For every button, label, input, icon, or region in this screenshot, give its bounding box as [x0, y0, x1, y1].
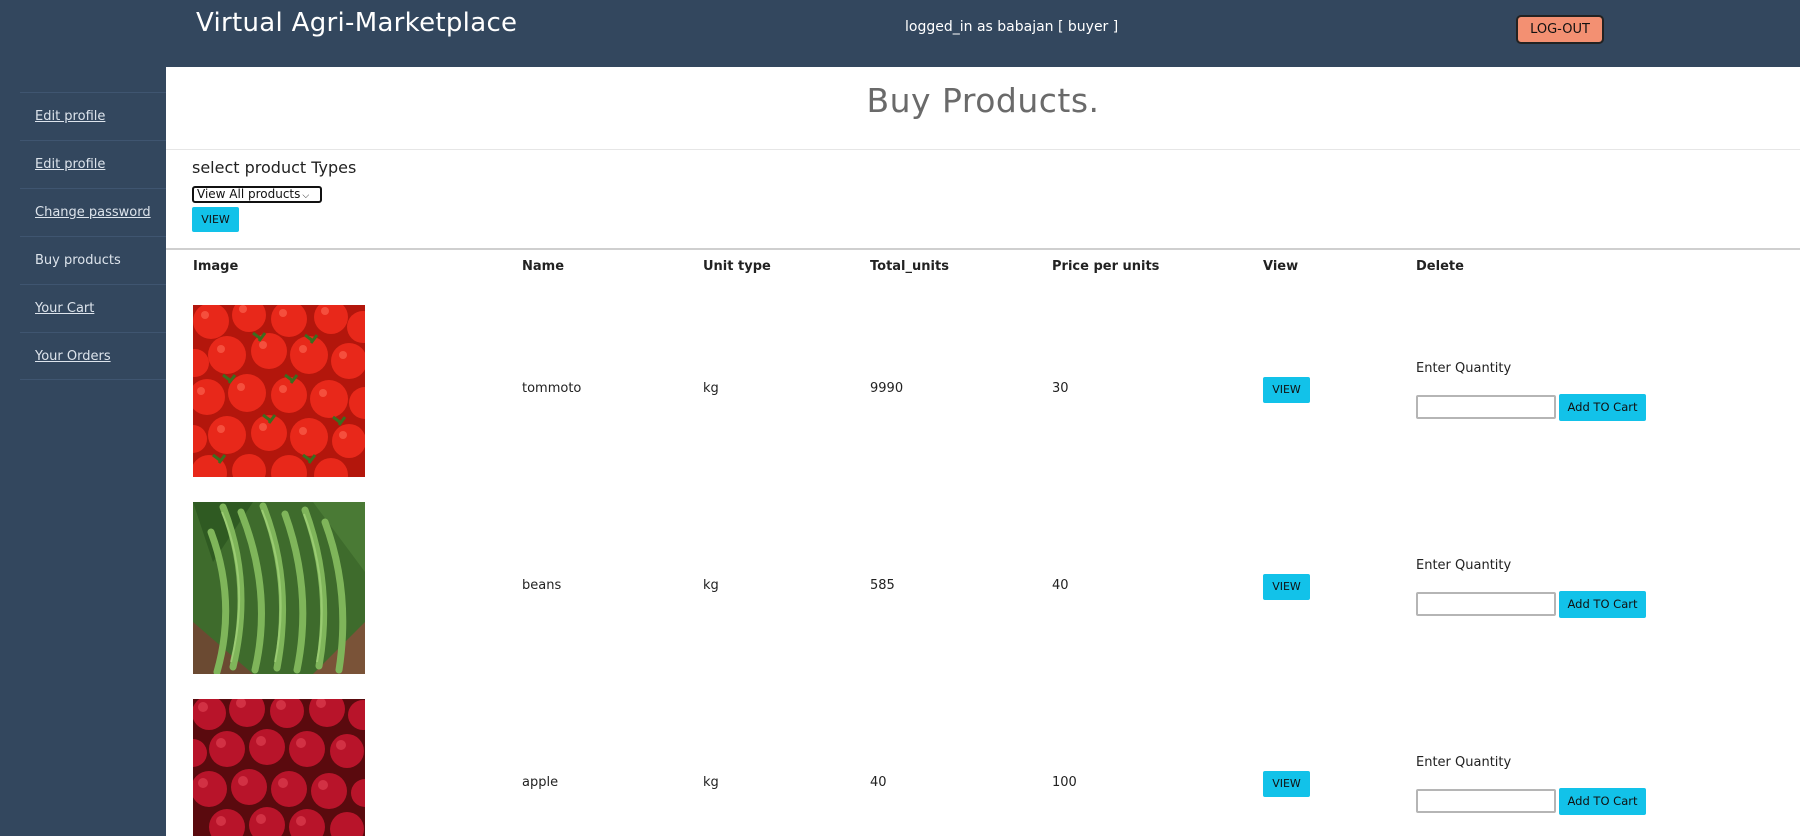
quantity-input[interactable] — [1416, 789, 1556, 813]
edit-profile-link[interactable]: Edit profile — [35, 109, 105, 124]
filter-view-button[interactable]: VIEW — [192, 207, 239, 232]
quantity-label: Enter Quantity — [1416, 558, 1512, 573]
quantity-label: Enter Quantity — [1416, 361, 1512, 376]
sidebar-item-change-password: Change password — [20, 188, 166, 236]
product-type-selected: View All products — [197, 187, 301, 201]
sidebar: Edit profile Edit profile Change passwor… — [0, 67, 166, 836]
product-image-beans — [193, 502, 365, 674]
buy-products-link[interactable]: Buy products — [35, 253, 121, 268]
sidebar-item-edit-profile: Edit profile — [20, 92, 166, 140]
view-product-button[interactable]: VIEW — [1263, 574, 1310, 600]
view-product-button[interactable]: VIEW — [1263, 771, 1310, 797]
add-to-cart-button[interactable]: Add TO Cart — [1559, 591, 1646, 618]
tomato-photo-icon — [193, 305, 365, 477]
product-image-tomato — [193, 305, 365, 477]
product-type-select[interactable]: View All products ⌵ — [192, 186, 322, 203]
table-divider — [166, 248, 1800, 250]
view-product-button[interactable]: VIEW — [1263, 377, 1310, 403]
your-orders-link[interactable]: Your Orders — [35, 349, 111, 364]
product-name: apple — [522, 775, 559, 790]
apple-photo-icon — [193, 699, 365, 836]
product-name: beans — [522, 578, 562, 593]
logout-button[interactable]: LOG-OUT — [1516, 15, 1604, 44]
sidebar-item-your-orders: Your Orders — [20, 332, 166, 380]
sidebar-item-buy-products: Buy products — [20, 236, 166, 284]
product-unit-type: kg — [703, 381, 719, 396]
product-type-label: select product Types — [192, 158, 357, 177]
sidebar-menu: Edit profile Edit profile Change passwor… — [0, 92, 166, 380]
main-content: Buy Products. select product Types View … — [166, 67, 1800, 836]
sidebar-item-your-cart: Your Cart — [20, 284, 166, 332]
chevron-down-icon: ⌵ — [302, 191, 310, 201]
login-status: logged_in as babajan [ buyer ] — [905, 19, 1119, 35]
page-title: Buy Products. — [866, 81, 1100, 120]
app-title: Virtual Agri-Marketplace — [196, 8, 518, 38]
top-navbar: Virtual Agri-Marketplace logged_in as ba… — [0, 0, 1800, 67]
edit-profile-link-2[interactable]: Edit profile — [35, 157, 105, 172]
change-password-link[interactable]: Change password — [35, 205, 151, 220]
quantity-input[interactable] — [1416, 592, 1556, 616]
quantity-input[interactable] — [1416, 395, 1556, 419]
product-name: tommoto — [522, 381, 582, 396]
heading-divider — [166, 149, 1800, 150]
column-header-name: Name — [522, 259, 565, 274]
product-total-units: 9990 — [870, 381, 904, 396]
column-header-price: Price per units — [1052, 259, 1160, 274]
product-total-units: 40 — [870, 775, 887, 790]
product-total-units: 585 — [870, 578, 895, 593]
quantity-label: Enter Quantity — [1416, 755, 1512, 770]
add-to-cart-button[interactable]: Add TO Cart — [1559, 394, 1646, 421]
product-price: 30 — [1052, 381, 1069, 396]
product-unit-type: kg — [703, 578, 719, 593]
product-price: 40 — [1052, 578, 1069, 593]
column-header-total-units: Total_units — [870, 259, 949, 274]
product-unit-type: kg — [703, 775, 719, 790]
sidebar-item-edit-profile-2: Edit profile — [20, 140, 166, 188]
add-to-cart-button[interactable]: Add TO Cart — [1559, 788, 1646, 815]
your-cart-link[interactable]: Your Cart — [35, 301, 94, 316]
column-header-delete: Delete — [1416, 259, 1464, 274]
product-image-apple — [193, 699, 365, 836]
column-header-unit-type: Unit type — [703, 259, 771, 274]
column-header-image: Image — [193, 259, 239, 274]
beans-photo-icon — [193, 502, 365, 674]
product-price: 100 — [1052, 775, 1077, 790]
column-header-view: View — [1263, 259, 1299, 274]
